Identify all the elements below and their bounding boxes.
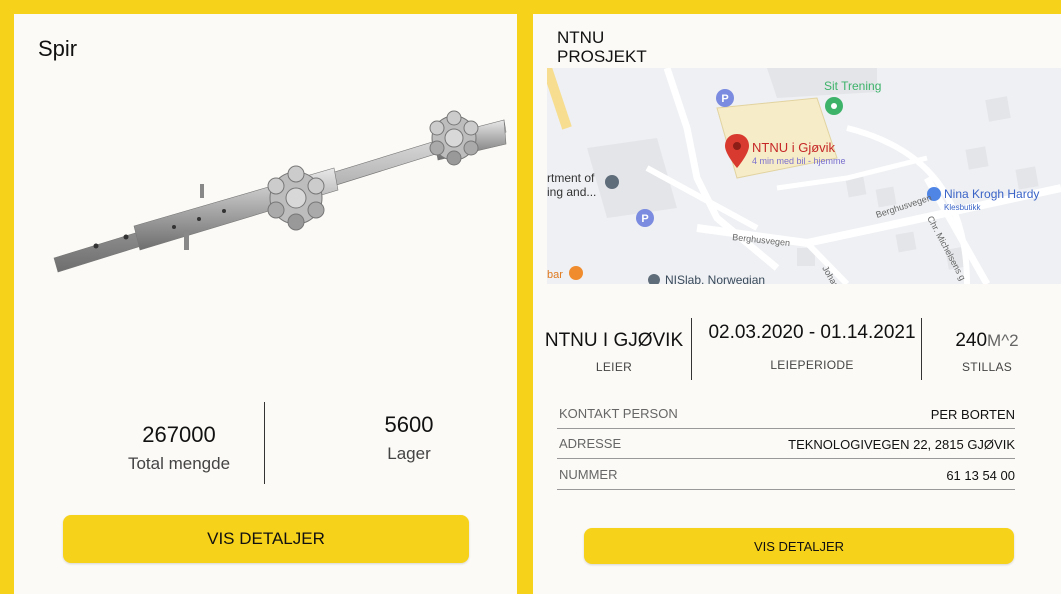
detail-value: TEKNOLOGIVEGEN 22, 2815 GJØVIK — [788, 437, 1015, 452]
period-column: 02.03.2020 - 01.14.2021 LEIEPERIODE — [701, 322, 923, 372]
total-stat: 267000 Total mengde — [84, 422, 274, 474]
project-title: NTNU PROSJEKT — [557, 28, 647, 66]
scaffold-column: 240M^2 STILLAS — [933, 330, 1041, 374]
scaffold-unit: M^2 — [987, 331, 1019, 350]
map-label-department: rtment of — [547, 171, 595, 185]
info-divider — [921, 318, 922, 380]
map-label-bar: bar — [547, 269, 563, 281]
tenant-column: NTNU I GJØVIK LEIER — [537, 330, 691, 374]
scaffold-value: 240 — [955, 330, 988, 351]
svg-text:ing and...: ing and... — [547, 185, 596, 199]
project-details-button[interactable]: VIS DETALJER — [584, 528, 1014, 564]
detail-key: KONTAKT PERSON — [559, 406, 678, 421]
scaffold-label: STILLAS — [961, 360, 1013, 374]
detail-row-number: NUMMER 61 13 54 00 — [557, 465, 1015, 490]
lager-value: 5600 — [384, 412, 434, 437]
project-map[interactable]: P P Sit Trening NTNU i Gjøvik 4 min med … — [547, 68, 1061, 284]
detail-row-address: ADRESSE TEKNOLOGIVEGEN 22, 2815 GJØVIK — [557, 434, 1015, 459]
parking-icon: P — [636, 209, 654, 227]
map-label-nislab: NISlab, Norwegian — [665, 273, 765, 284]
product-details-button[interactable]: VIS DETALJER — [63, 515, 469, 563]
product-title: Spir — [38, 36, 78, 61]
detail-value: 61 13 54 00 — [946, 468, 1015, 483]
product-card: Spir 267000 Total mengde 5600 Lager VIS … — [14, 14, 517, 594]
map-label-place: NTNU i Gjøvik — [752, 140, 836, 155]
map-label-nina-sub: Klesbutikk — [944, 203, 981, 212]
tenant-label: LEIER — [595, 360, 633, 374]
lager-stat: 5600 Lager — [314, 412, 504, 464]
svg-text:P: P — [721, 93, 728, 105]
detail-key: ADRESSE — [559, 436, 622, 451]
info-divider — [691, 318, 692, 380]
detail-row-contact: KONTAKT PERSON PER BORTEN — [557, 404, 1015, 429]
product-image — [53, 110, 507, 273]
map-label-trening: Sit Trening — [824, 79, 881, 93]
svg-text:P: P — [641, 213, 648, 225]
map-label-nina: Nina Krogh Hardy — [944, 187, 1039, 201]
department-icon — [605, 175, 619, 189]
total-value: 267000 — [142, 422, 216, 447]
map-graphic: P P Sit Trening NTNU i Gjøvik 4 min med … — [547, 68, 1061, 284]
tenant-value: NTNU I GJØVIK — [544, 330, 684, 351]
lager-label: Lager — [387, 444, 431, 463]
bar-icon — [569, 266, 583, 280]
parking-icon: P — [716, 89, 734, 107]
period-value: 02.03.2020 - 01.14.2021 — [708, 322, 916, 343]
project-card: NTNU PROSJEKT P P Sit Trening NTNU i Gjø… — [533, 14, 1061, 594]
detail-key: NUMMER — [559, 467, 618, 482]
period-label: LEIEPERIODE — [770, 358, 854, 372]
detail-value: PER BORTEN — [930, 407, 1015, 422]
map-label-place-sub: 4 min med bil - hjemme — [752, 156, 846, 166]
total-label: Total mengde — [127, 454, 231, 473]
stat-divider — [264, 402, 265, 484]
